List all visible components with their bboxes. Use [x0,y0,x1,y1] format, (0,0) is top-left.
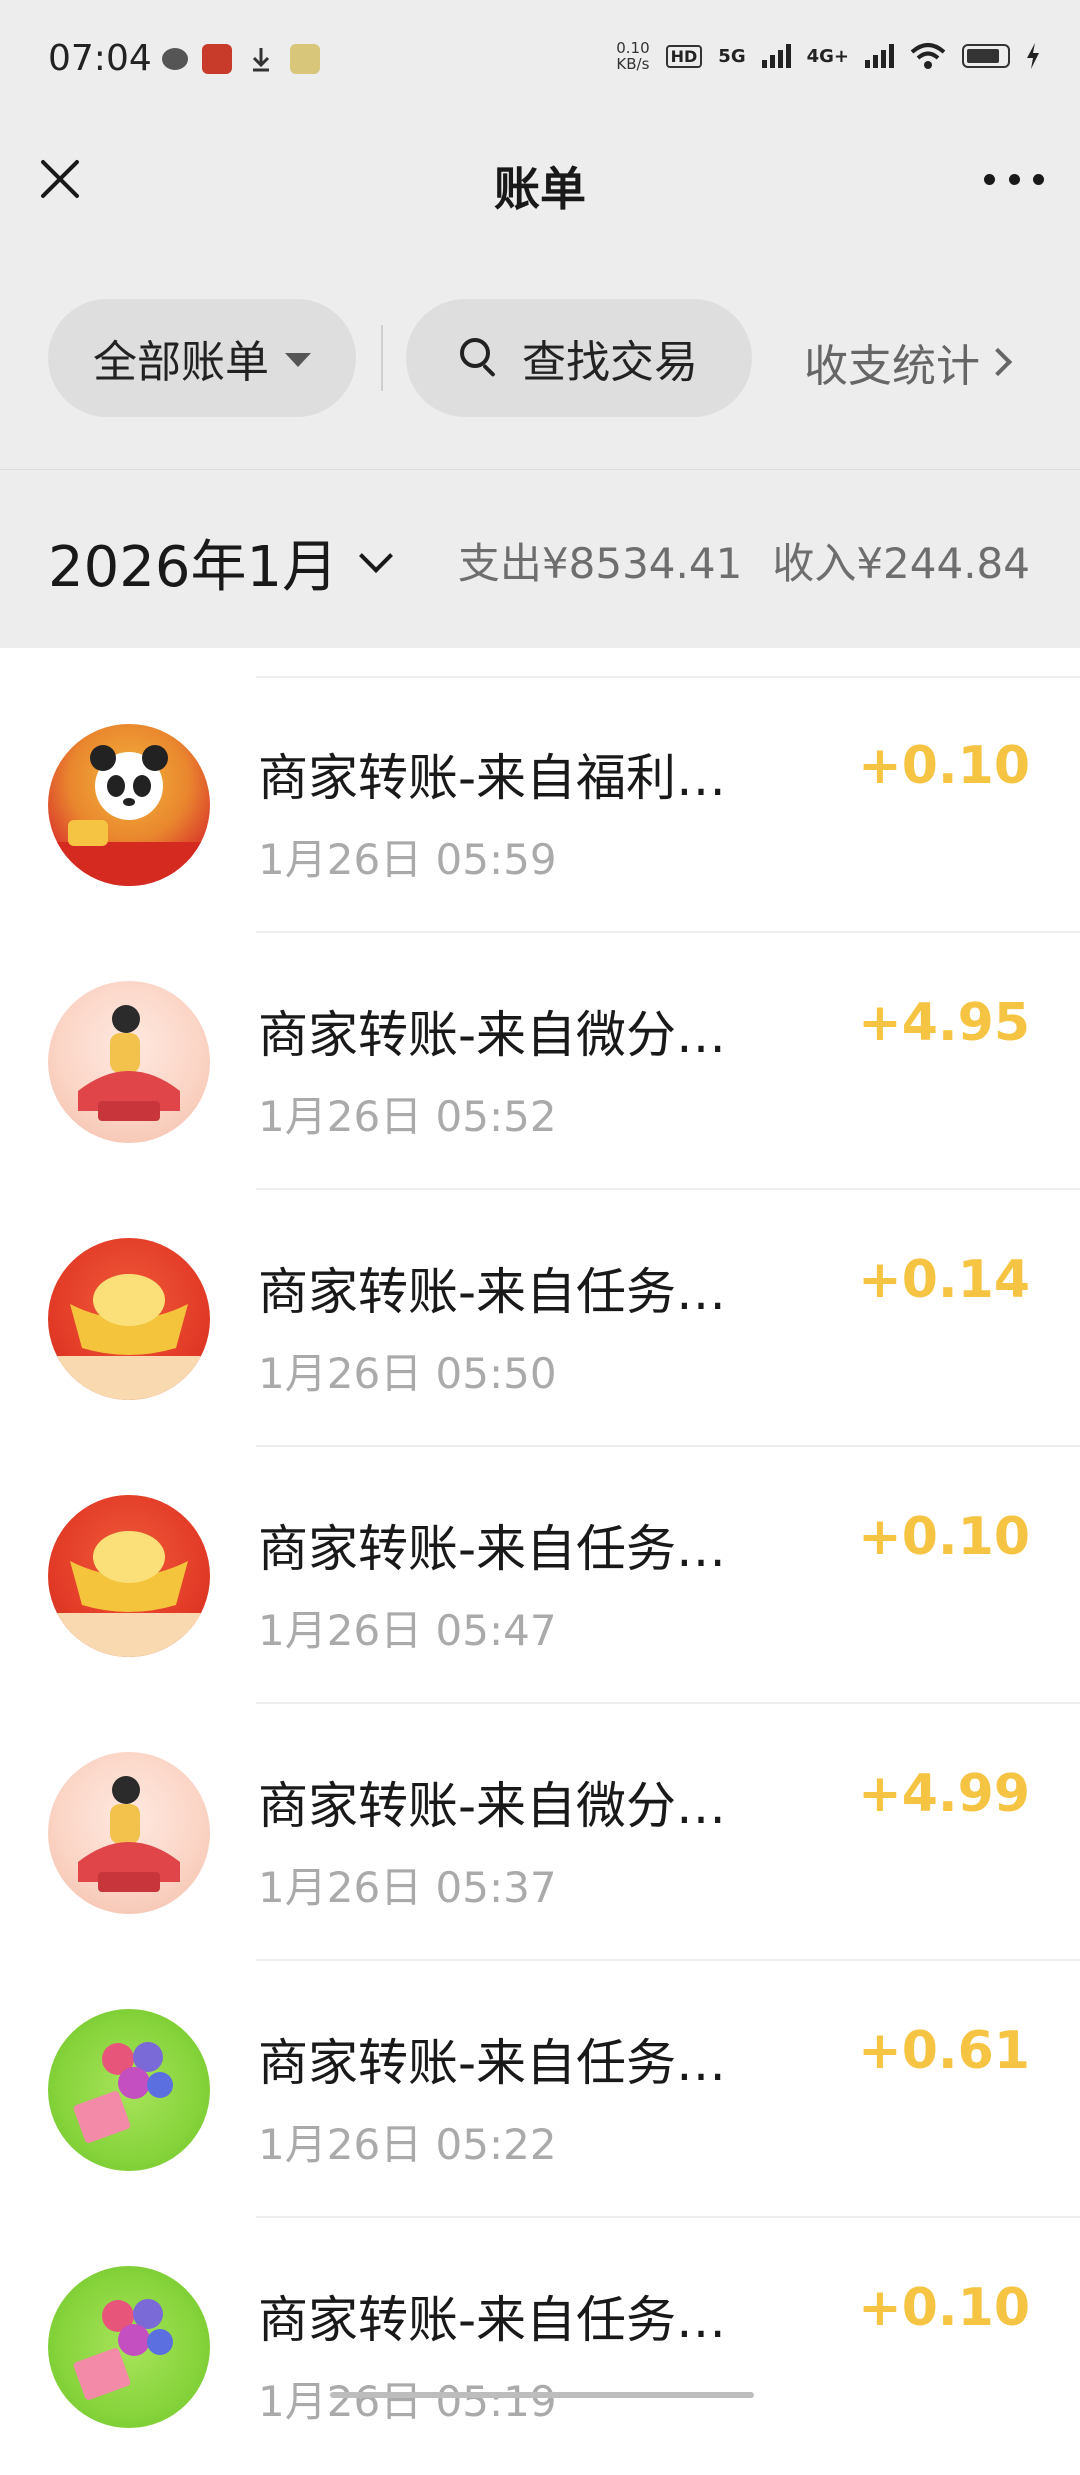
hd-badge: HD [665,44,703,68]
transaction-amount: +0.61 [858,2021,1030,2081]
game-app-icon [202,44,232,74]
network-speed-value: 0.10 [616,39,650,57]
month-label: 2026年1月 [48,535,339,600]
all-bills-label: 全部账单 [93,337,269,388]
panda-avatar-icon [48,724,210,886]
transaction-time: 1月26日 05:37 [258,1863,557,1912]
girl-avatar-icon [48,1752,210,1914]
transaction-time: 1月26日 05:50 [258,1349,557,1398]
filter-divider [381,325,383,391]
transaction-row[interactable]: 商家转账-来自任务… 1月26日 05:50 +0.14 [0,1190,1080,1447]
network-speed: 0.10 KB/s [616,40,649,72]
month-totals: 支出¥8534.41 收入¥244.84 [458,530,1030,591]
transaction-row[interactable]: 商家转账-来自微分… 1月26日 05:52 +4.95 [0,933,1080,1190]
gold-ingot-avatar-icon [48,1238,210,1400]
signal-icon-2 [865,44,894,68]
transaction-time: 1月26日 05:22 [258,2120,557,2169]
income-expense-stats-link[interactable]: 收支统计 [804,330,1013,394]
app-notification-icon [290,44,320,74]
gold-ingot-avatar-icon [48,1495,210,1657]
notification-icons [162,44,320,74]
income-total: 收入¥244.84 [772,539,1030,588]
transaction-row[interactable]: 商家转账-来自任务… 1月26日 05:22 +0.61 [0,1961,1080,2218]
filter-bar: 全部账单 查找交易 收支统计 [0,265,1080,470]
transaction-title: 商家转账-来自微分… [258,1006,727,1064]
chevron-down-icon [359,538,394,573]
transaction-row[interactable]: 商家转账-来自微分… 1月26日 05:37 +4.99 [0,1704,1080,1961]
transaction-time: 1月26日 05:59 [258,835,557,884]
status-bar: 07:04 0.10 KB/s HD 5G 4G+ [0,0,1080,125]
transaction-title: 商家转账-来自微分… [258,1777,727,1835]
charging-icon [1027,43,1039,69]
wechat-icon [162,48,188,70]
transaction-title: 商家转账-来自任务… [258,1263,727,1321]
wifi-icon [910,43,946,69]
battery-icon [962,44,1010,68]
flower-avatar-icon [48,2266,210,2428]
transaction-title: 商家转账-来自任务… [258,2034,727,2092]
stats-label: 收支统计 [804,341,980,392]
transaction-amount: +0.14 [858,1250,1030,1310]
search-label: 查找交易 [522,337,698,388]
network-speed-unit: KB/s [616,55,650,73]
transaction-row[interactable]: 商家转账-来自任务… 1月26日 05:19 +0.10 [0,2218,1080,2475]
search-transactions-button[interactable]: 查找交易 [406,299,752,417]
network-4g-label: 4G+ [806,45,849,67]
month-selector[interactable]: 2026年1月 [48,522,394,603]
transaction-amount: +4.95 [858,993,1030,1053]
page-title: 账单 [494,162,586,216]
transaction-row[interactable]: 商家转账-来自任务… 1月26日 05:47 +0.10 [0,1447,1080,1704]
flower-avatar-icon [48,2009,210,2171]
transaction-title: 商家转账-来自福利… [258,749,727,807]
expense-total: 支出¥8534.41 [457,539,743,588]
status-indicators: 0.10 KB/s HD 5G 4G+ [616,40,1040,72]
network-5g-label: 5G [718,45,746,67]
nav-bar: 账单 [0,125,1080,265]
transaction-row[interactable]: 商家转账-来自福利… 1月26日 05:59 +0.10 [0,676,1080,933]
more-options-icon[interactable] [984,171,1044,187]
search-icon [460,338,500,378]
transaction-amount: +0.10 [858,736,1030,796]
transaction-amount: +4.99 [858,1764,1030,1824]
status-time: 07:04 [48,38,152,79]
transaction-amount: +0.10 [858,1507,1030,1567]
home-indicator[interactable] [330,2392,754,2398]
girl-avatar-icon [48,981,210,1143]
download-icon [246,44,276,74]
chevron-right-icon [983,347,1013,377]
transaction-time: 1月26日 05:19 [258,2377,557,2426]
all-bills-dropdown[interactable]: 全部账单 [48,299,356,417]
transaction-title: 商家转账-来自任务… [258,1520,727,1578]
transaction-time: 1月26日 05:52 [258,1092,557,1141]
signal-icon [761,44,791,68]
transaction-title: 商家转账-来自任务… [258,2291,727,2349]
transaction-time: 1月26日 05:47 [258,1606,557,1655]
transaction-amount: +0.10 [858,2278,1030,2338]
caret-down-icon [285,353,311,367]
month-summary-bar: 2026年1月 支出¥8534.41 收入¥244.84 [0,470,1080,648]
